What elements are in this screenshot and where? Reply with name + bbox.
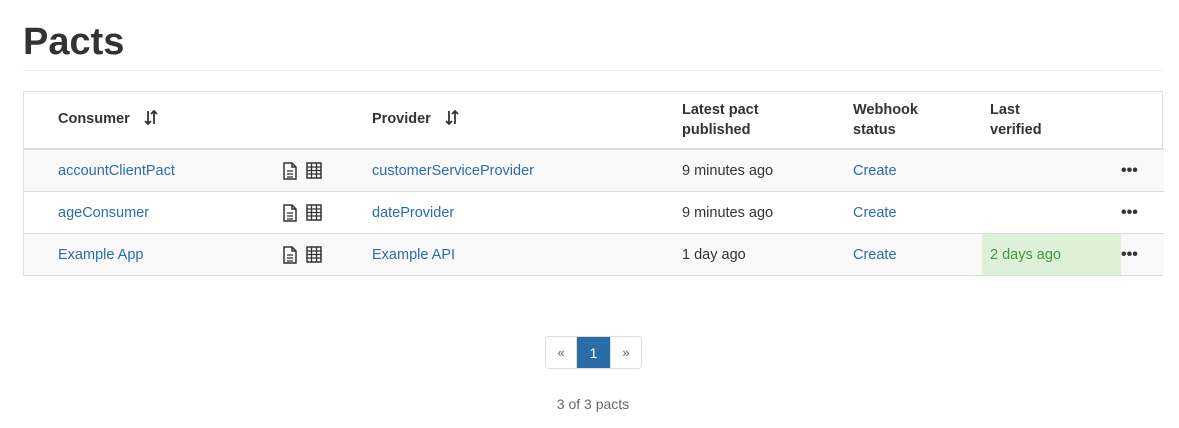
published-cell: 9 minutes ago xyxy=(682,149,853,192)
header-icons-spacer xyxy=(282,92,372,150)
verified-cell-success: 2 days ago xyxy=(982,233,1121,275)
grid-matrix-icon[interactable] xyxy=(306,204,322,221)
page-title: Pacts xyxy=(23,21,125,63)
consumer-link[interactable]: ageConsumer xyxy=(58,205,149,221)
document-icon[interactable] xyxy=(282,161,298,180)
header-consumer-label: Consumer xyxy=(58,111,130,127)
pact-count: 3 of 3 pacts xyxy=(556,396,630,412)
document-icon[interactable] xyxy=(282,203,298,222)
pagination-next-button[interactable]: » xyxy=(610,337,641,368)
consumer-link[interactable]: Example App xyxy=(58,247,143,263)
provider-link[interactable]: dateProvider xyxy=(372,205,454,221)
header-verified-line1: Last xyxy=(990,102,1020,118)
document-icon[interactable] xyxy=(282,245,298,264)
header-provider-label: Provider xyxy=(372,111,431,127)
provider-link[interactable]: customerServiceProvider xyxy=(372,163,534,179)
ellipsis-icon[interactable]: ••• xyxy=(1121,191,1164,234)
title-divider xyxy=(23,70,1163,71)
header-consumer[interactable]: Consumer xyxy=(24,92,282,150)
sort-arrows-icon[interactable] xyxy=(144,109,158,131)
header-latest-pact: Latest pact published xyxy=(682,92,853,150)
header-webhook-line1: Webhook xyxy=(853,102,918,118)
webhook-create-link[interactable]: Create xyxy=(853,205,897,221)
ellipsis-icon[interactable]: ••• xyxy=(1121,233,1164,275)
header-verified-line2: verified xyxy=(990,122,1042,138)
pagination: « 1 » xyxy=(545,336,642,369)
header-webhook-line2: status xyxy=(853,122,896,138)
webhook-create-link[interactable]: Create xyxy=(853,247,897,263)
consumer-link[interactable]: accountClientPact xyxy=(58,163,175,179)
header-latest-line1: Latest pact xyxy=(682,102,759,118)
table-header-row: Consumer Provider Latest pact published xyxy=(24,92,1164,150)
grid-matrix-icon[interactable] xyxy=(306,162,322,179)
header-provider[interactable]: Provider xyxy=(372,92,682,150)
published-cell: 1 day ago xyxy=(682,233,853,275)
table-row: accountClientPact customerServiceProvide… xyxy=(24,149,1164,192)
header-last-verified: Last verified xyxy=(982,92,1121,150)
grid-matrix-icon[interactable] xyxy=(306,246,322,263)
pagination-page-1[interactable]: 1 xyxy=(577,337,610,368)
provider-link[interactable]: Example API xyxy=(372,247,455,263)
verified-cell xyxy=(982,149,1121,192)
verified-cell xyxy=(982,191,1121,234)
header-webhook-status: Webhook status xyxy=(853,92,982,150)
ellipsis-icon[interactable]: ••• xyxy=(1121,149,1164,192)
pacts-table: Consumer Provider Latest pact published xyxy=(23,91,1164,276)
header-actions-spacer xyxy=(1121,92,1164,150)
published-cell: 9 minutes ago xyxy=(682,191,853,234)
header-latest-line2: published xyxy=(682,122,751,138)
webhook-create-link[interactable]: Create xyxy=(853,163,897,179)
sort-arrows-icon[interactable] xyxy=(445,109,459,131)
table-row: ageConsumer dateProvider 9 minutes ago C… xyxy=(24,191,1164,234)
table-row: Example App Example API 1 day ago Create… xyxy=(24,233,1164,275)
pagination-prev-button[interactable]: « xyxy=(546,337,577,368)
